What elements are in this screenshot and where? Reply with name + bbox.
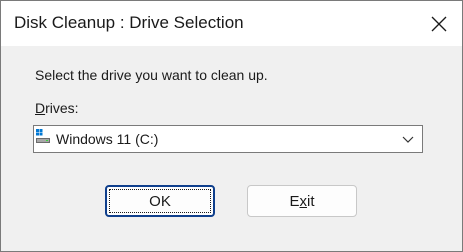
instruction-text: Select the drive you want to clean up. [35,67,268,83]
chevron-down-icon [402,136,414,143]
drives-label: Drives: [35,100,79,116]
drive-select-dropdown[interactable]: Windows 11 (C:) [33,125,423,153]
dialog-window: Disk Cleanup : Drive Selection Select th… [0,0,463,252]
exit-label-post: it [307,192,315,210]
title-bar: Disk Cleanup : Drive Selection [1,1,462,46]
drives-label-text: rives: [45,100,79,116]
drives-label-mnemonic: D [35,100,46,116]
window-title: Disk Cleanup : Drive Selection [14,13,244,32]
windows-drive-icon [36,129,50,143]
exit-label-mnemonic: x [299,192,308,210]
exit-button[interactable]: Exit [247,185,357,217]
ok-button[interactable]: OK [105,185,215,217]
ok-button-label: OK [149,192,171,210]
close-button[interactable] [416,1,462,46]
selected-drive-value: Windows 11 (C:) [56,131,159,147]
exit-label-pre: E [289,192,300,210]
close-icon [431,16,447,31]
exit-button-label: Exit [289,193,314,210]
